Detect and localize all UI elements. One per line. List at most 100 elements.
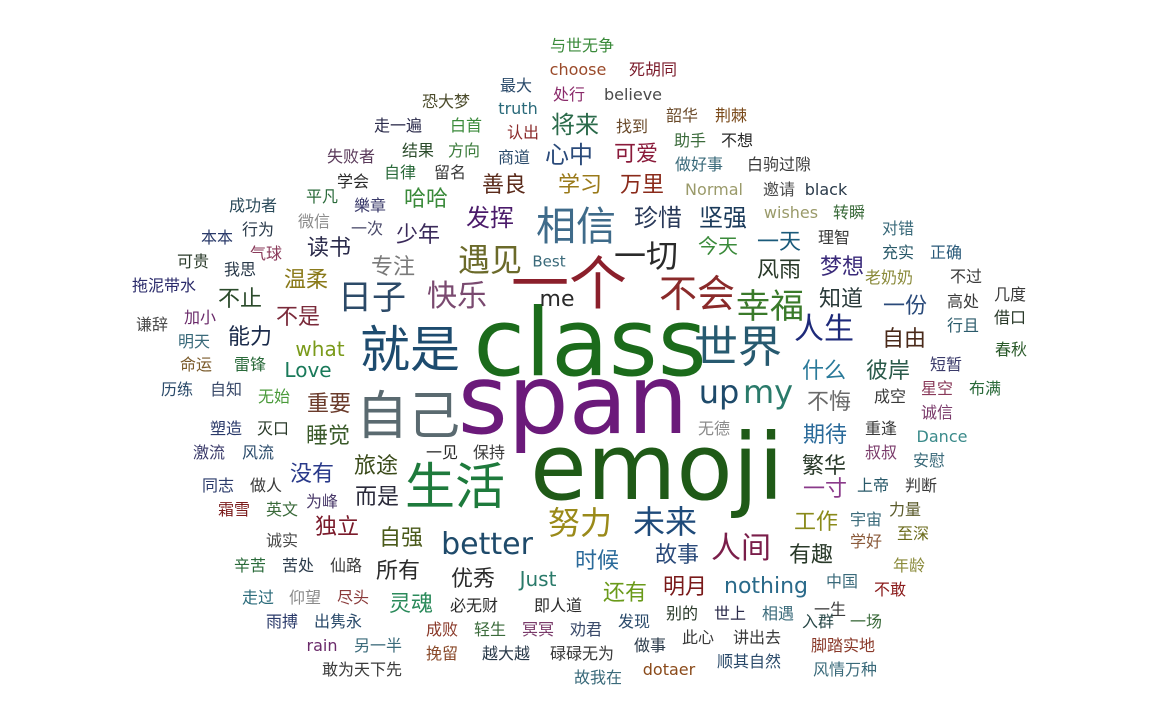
word-cloud-word: 学会 [336, 172, 370, 191]
word-cloud-word: 不会 [658, 272, 736, 316]
word-cloud-word: 走一遍 [373, 116, 423, 135]
word-cloud-word: 命运 [179, 355, 213, 374]
word-cloud-word: 正确 [929, 243, 963, 262]
word-cloud-word: 灭口 [256, 419, 290, 438]
word-cloud-word: 另一半 [353, 636, 403, 655]
word-cloud-word: 人生 [794, 312, 854, 347]
word-cloud-word: 读书 [306, 236, 352, 261]
word-cloud-word: 可贵 [176, 252, 210, 271]
word-cloud-word: 本本 [200, 228, 234, 247]
word-cloud-word: 安慰 [912, 451, 946, 470]
word-cloud-word: my [742, 373, 794, 411]
word-cloud-word: 彼岸 [865, 359, 911, 384]
word-cloud-word: 力量 [888, 500, 922, 519]
word-cloud-word: 不过 [949, 267, 983, 286]
word-cloud-word: 学好 [849, 532, 883, 551]
word-cloud-word: 发挥 [466, 204, 514, 232]
word-cloud-word: 风情万种 [812, 660, 878, 679]
word-cloud-word: 春秋 [994, 340, 1028, 359]
word-cloud-word: 梦想 [819, 255, 865, 280]
word-cloud-word: 未来 [632, 503, 698, 541]
word-cloud-word: 不想 [720, 131, 754, 150]
word-cloud-word: 即人道 [533, 596, 583, 615]
word-cloud-word: dotaer [642, 660, 696, 679]
word-cloud-word: 中国 [825, 572, 859, 591]
word-cloud-word: 明天 [177, 332, 211, 351]
word-cloud-word: 碌碌无为 [549, 644, 615, 663]
word-cloud-word: 可爱 [613, 142, 659, 167]
word-cloud-word: 无德 [697, 419, 731, 438]
word-cloud-word: 与世无争 [549, 36, 615, 55]
word-cloud-word: 故事 [654, 543, 700, 568]
word-cloud-word: 努力 [547, 504, 613, 542]
word-cloud-word: 风流 [241, 443, 275, 462]
word-cloud-word: 冥冥 [521, 620, 555, 639]
word-cloud-word: 对错 [881, 219, 915, 238]
word-cloud-word: 星空 [920, 379, 954, 398]
word-cloud-word: 敢为天下先 [321, 660, 403, 679]
word-cloud-word: 相信 [536, 204, 616, 250]
word-cloud-word: 入群 [801, 612, 835, 631]
word-cloud-word: 就是 [360, 321, 460, 379]
word-cloud-word: 白驹过隙 [746, 155, 812, 174]
word-cloud-word: 日子 [338, 278, 406, 318]
word-cloud-word: 至深 [896, 524, 930, 543]
word-cloud-word: 快乐 [427, 279, 487, 314]
word-cloud-word: 人间 [711, 531, 771, 566]
word-cloud-word: 重逢 [864, 419, 898, 438]
word-cloud-word: 发现 [617, 612, 651, 631]
word-cloud-word: 失败者 [326, 147, 376, 166]
word-cloud-word: 故我在 [573, 668, 623, 687]
word-cloud-word: wishes [763, 203, 819, 222]
word-cloud-word: 结果 [401, 141, 435, 160]
word-cloud-word: 必无财 [449, 596, 499, 615]
word-cloud-word: 有趣 [788, 543, 834, 568]
word-cloud-word: 坚强 [699, 204, 747, 232]
word-cloud-word: 一见 [425, 443, 459, 462]
word-cloud-word: 自强 [378, 526, 424, 551]
word-cloud-word: 激流 [192, 443, 226, 462]
word-cloud-word: 越大越 [481, 644, 531, 663]
word-cloud-word: better [441, 527, 533, 562]
word-cloud-word: 走过 [241, 588, 275, 607]
word-cloud-word: 世界 [694, 322, 782, 373]
word-cloud-word: 灵魂 [388, 592, 434, 617]
word-cloud-word: 塑造 [209, 419, 243, 438]
word-cloud-word: Dance [916, 427, 968, 446]
word-cloud-word: 苦处 [281, 556, 315, 575]
word-cloud-word: 不是 [275, 305, 321, 330]
word-cloud-word: 顺其自然 [716, 652, 782, 671]
word-cloud-word: 韶华 [665, 106, 699, 125]
word-cloud-word: 恐大梦 [421, 92, 471, 111]
word-cloud-word: Love [284, 358, 332, 382]
word-cloud-word: 旅途 [353, 454, 399, 479]
word-cloud-word: 重要 [306, 392, 352, 417]
word-cloud: class span emoji 一个 就是 自己 生活 世界 相信 不会 日子… [0, 0, 1160, 715]
word-cloud-word: 今天 [698, 234, 738, 258]
word-cloud-word: 珍惜 [634, 204, 682, 232]
word-cloud-word: 留名 [433, 163, 467, 182]
word-cloud-word: 仙路 [329, 556, 363, 575]
word-cloud-word: 布满 [968, 379, 1002, 398]
word-cloud-word: 相遇 [761, 604, 795, 623]
word-cloud-word: 什么 [801, 359, 847, 384]
word-cloud-word: 独立 [314, 515, 360, 540]
word-cloud-word: 樂章 [353, 196, 387, 215]
word-cloud-word: 邀请 [762, 180, 796, 199]
word-cloud-word: 谦辞 [135, 315, 169, 334]
word-cloud-word: 不敢 [873, 580, 907, 599]
word-cloud-word: 成败 [425, 620, 459, 639]
word-cloud-word: 最大 [499, 76, 533, 95]
word-cloud-word: 睡觉 [305, 424, 351, 449]
word-cloud-word: 判断 [904, 476, 938, 495]
word-cloud-word: 仰望 [288, 588, 322, 607]
word-cloud-word: 荆棘 [714, 106, 748, 125]
word-cloud-word: 而是 [354, 485, 400, 510]
word-cloud-word: 遇见 [457, 241, 523, 279]
word-cloud-word: 温柔 [283, 268, 329, 293]
word-cloud-word: Best [532, 252, 566, 271]
word-cloud-word: 不止 [217, 287, 263, 312]
word-cloud-word: 上帝 [856, 476, 890, 495]
word-cloud-word: 行为 [241, 220, 275, 239]
word-cloud-word: 心中 [545, 141, 593, 169]
